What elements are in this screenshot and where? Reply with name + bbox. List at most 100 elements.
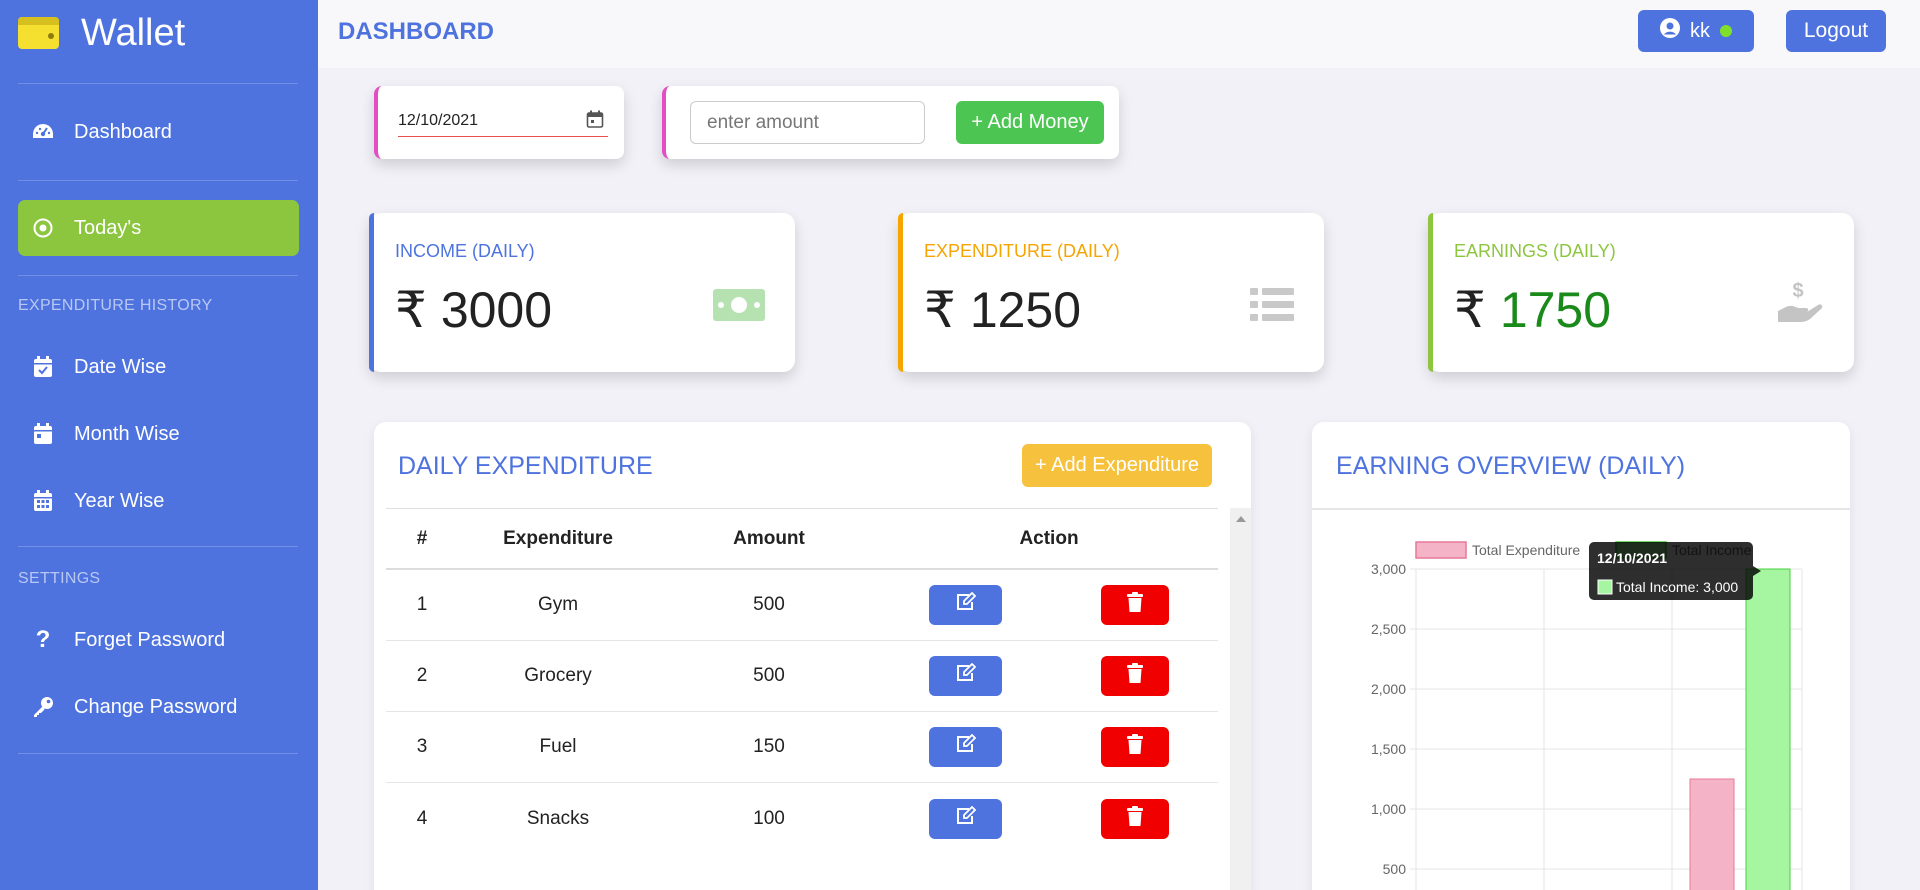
logout-button[interactable]: Logout — [1786, 10, 1886, 52]
earnings-label: EARNINGS (DAILY) — [1454, 241, 1616, 261]
sidebar-item-date-wise[interactable]: Date Wise — [18, 339, 299, 395]
date-input[interactable]: 12/10/2021 — [398, 104, 608, 137]
amount-input[interactable]: enter amount — [690, 101, 925, 144]
brand[interactable]: Wallet — [18, 8, 185, 58]
table-row: 3 Fuel 150 — [386, 712, 1218, 783]
list-icon — [1250, 287, 1294, 328]
table-scrollbar[interactable] — [1230, 508, 1251, 890]
money-bill-icon — [713, 287, 765, 328]
currency-symbol: ₹ — [1454, 282, 1486, 338]
tooltip-swatch — [1597, 579, 1613, 595]
sidebar: Wallet Dashboard Today's EXPENDITURE HIS… — [0, 0, 318, 890]
edit-icon — [955, 805, 977, 832]
sidebar-item-change-password[interactable]: Change Password — [18, 679, 299, 735]
card-accent-bar — [898, 213, 903, 372]
brand-text: Wallet — [81, 11, 186, 54]
sidebar-divider — [18, 546, 298, 547]
sidebar-item-label: Forget Password — [74, 628, 226, 651]
sidebar-item-label: Date Wise — [74, 355, 167, 378]
online-status-dot — [1720, 25, 1732, 37]
edit-button[interactable] — [929, 656, 1003, 696]
y-tick-label: 500 — [1383, 861, 1407, 877]
card-accent-bar — [369, 213, 374, 372]
card-accent-bar — [1428, 213, 1433, 372]
y-tick-label: 3,000 — [1371, 561, 1406, 577]
date-value: 12/10/2021 — [398, 112, 479, 129]
expenditure-value: ₹1250 — [924, 281, 1081, 339]
calendar-check-icon — [30, 354, 56, 380]
table-row: 4 Snacks 100 — [386, 783, 1218, 854]
column-header: # — [416, 527, 428, 549]
scroll-up-arrow[interactable] — [1236, 516, 1246, 522]
sidebar-divider — [18, 275, 298, 276]
edit-button[interactable] — [929, 585, 1003, 625]
delete-button[interactable] — [1100, 656, 1169, 696]
column-header: Amount — [733, 527, 805, 549]
y-tick-label: 2,000 — [1371, 681, 1406, 697]
svg-text:$: $ — [1792, 280, 1803, 302]
y-tick-label: 2,500 — [1371, 621, 1406, 637]
column-header: Action — [1019, 527, 1079, 549]
sidebar-item-label: Year Wise — [74, 489, 165, 512]
expenditure-card: EXPENDITURE (DAILY) ₹1250 — [898, 213, 1324, 372]
delete-button[interactable] — [1100, 585, 1169, 625]
user-name: kk — [1690, 19, 1710, 42]
bar-total-income — [1745, 568, 1791, 890]
earning-chart: 3,000 2,500 2,000 1,500 1,000 500 Total Expend… — [1371, 541, 1803, 890]
key-icon — [30, 694, 56, 720]
income-value: ₹3000 — [395, 281, 552, 339]
expenditure-amount: 500 — [753, 665, 785, 686]
income-card: INCOME (DAILY) ₹3000 — [369, 213, 795, 372]
user-circle-icon — [1660, 18, 1680, 44]
user-menu-button[interactable]: kk — [1638, 10, 1754, 52]
row-number: 4 — [416, 807, 428, 829]
row-number: 2 — [416, 665, 428, 686]
sidebar-item-label: Month Wise — [74, 422, 180, 445]
sidebar-item-month-wise[interactable]: Month Wise — [18, 406, 299, 462]
expenditure-amount: 1250 — [969, 282, 1082, 338]
earnings-value: ₹1750 — [1454, 281, 1611, 339]
sidebar-item-label: Change Password — [74, 695, 238, 718]
sidebar-item-forget-password[interactable]: ? Forget Password — [18, 612, 299, 668]
table-row: 1 Gym 500 — [386, 570, 1218, 641]
earnings-card: EARNINGS (DAILY) ₹1750 $ — [1428, 213, 1854, 372]
expenditure-label: EXPENDITURE (DAILY) — [924, 241, 1120, 261]
question-icon: ? — [35, 626, 51, 653]
add-money-button[interactable]: + Add Money — [956, 101, 1104, 144]
hand-holding-dollar-icon: $ — [1776, 279, 1824, 330]
delete-button[interactable] — [1100, 798, 1169, 839]
delete-button[interactable] — [1100, 727, 1169, 767]
trash-icon — [1126, 734, 1143, 760]
calendar-icon — [30, 421, 56, 447]
table-header-row: # Expenditure Amount Action — [386, 508, 1218, 570]
calendar-picker-icon[interactable] — [586, 110, 604, 133]
section-heading-history: EXPENDITURE HISTORY — [18, 297, 213, 314]
sidebar-item-todays[interactable]: Today's — [18, 200, 299, 256]
trash-icon — [1126, 663, 1143, 689]
add-money-card: enter amount + Add Money — [662, 86, 1119, 159]
expenditure-name: Gym — [537, 594, 579, 615]
earnings-amount: 1750 — [1499, 282, 1612, 338]
legend-label-expenditure: Total Expenditure — [1472, 542, 1580, 558]
panel-title: EARNING OVERVIEW (DAILY) — [1336, 452, 1686, 480]
edit-button[interactable] — [929, 727, 1003, 767]
edit-icon — [955, 591, 977, 618]
sidebar-divider — [18, 753, 298, 754]
table-row: 2 Grocery 500 — [386, 641, 1218, 712]
edit-button[interactable] — [929, 798, 1003, 839]
sidebar-item-dashboard[interactable]: Dashboard — [18, 104, 299, 160]
panel-title: DAILY EXPENDITURE — [398, 452, 653, 480]
expenditure-amount: 100 — [753, 807, 785, 829]
tooltip-title: 12/10/2021 — [1597, 550, 1667, 566]
sidebar-item-label: Today's — [74, 216, 142, 239]
calendar-grid-icon — [30, 488, 56, 514]
sidebar-item-year-wise[interactable]: Year Wise — [18, 473, 299, 529]
add-expenditure-button[interactable]: + Add Expenditure — [1022, 444, 1212, 487]
expenditure-table: # Expenditure Amount Action 1 Gym 500 2 … — [386, 508, 1218, 854]
date-card: 12/10/2021 — [374, 86, 624, 159]
edit-icon — [955, 662, 977, 689]
expenditure-amount: 150 — [753, 736, 785, 757]
sidebar-divider — [18, 83, 298, 84]
trash-icon — [1126, 805, 1143, 832]
y-tick-label: 1,500 — [1371, 741, 1406, 757]
